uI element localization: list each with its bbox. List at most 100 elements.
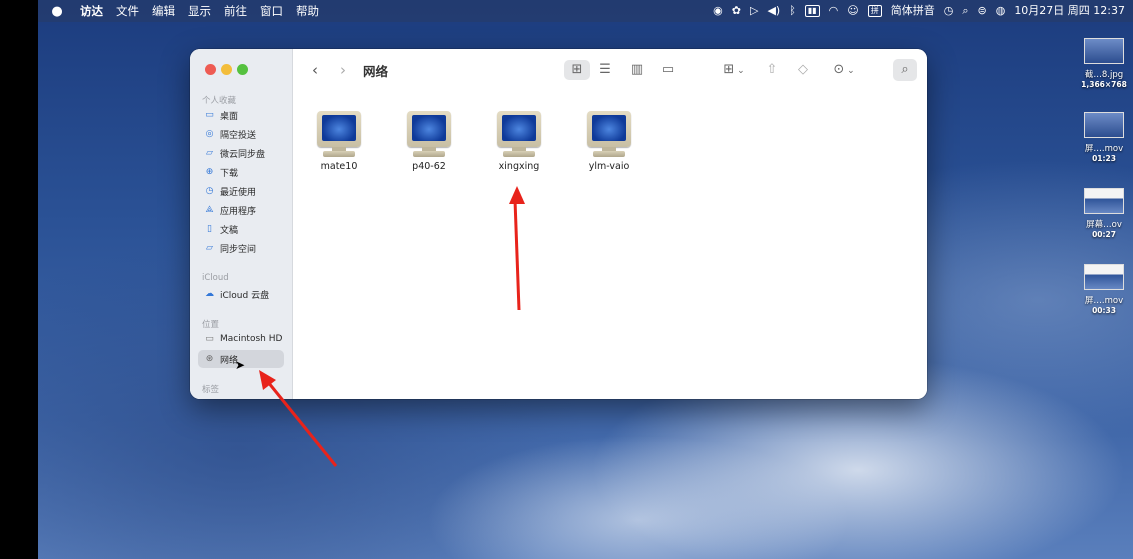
record-icon[interactable]: ◉ — [713, 0, 723, 22]
computer-name: mate10 — [320, 161, 358, 172]
cloud-icon: ☁ — [205, 289, 214, 299]
desktop-file-info: 00:27 — [1092, 230, 1116, 239]
sidebar-item-sync-space[interactable]: ▱ 同步空间 — [198, 239, 284, 257]
back-button[interactable]: ‹ — [307, 60, 323, 80]
search-button[interactable]: ⌕ — [893, 59, 917, 81]
sidebar-item-label: Macintosh HD — [220, 334, 283, 344]
sidebar-item-downloads[interactable]: ⊕ 下载 — [198, 163, 284, 181]
computer-name: p40-62 — [412, 161, 446, 172]
menu-finder[interactable]: 访达 — [80, 3, 103, 19]
sidebar-item-airdrop[interactable]: ◎ 隔空投送 — [198, 125, 284, 143]
sidebar-item-label: 应用程序 — [220, 206, 257, 217]
forward-button[interactable]: › — [335, 60, 351, 80]
desktop-file[interactable]: 屏幕…ov 00:27 — [1076, 188, 1132, 239]
sidebar-item-label: 最近使用 — [220, 187, 257, 198]
network-computer-item[interactable]: xingxing — [474, 111, 564, 172]
apple-menu-icon[interactable]: ● — [44, 4, 70, 19]
bluetooth-icon[interactable]: ᛒ — [789, 0, 796, 22]
toolbar: ‹ › 网络 ⊞ ☰ ▥ ▭ ⊞ ⌄ ⇧ ◇ ⊙ ⌄ ⌕ — [293, 49, 927, 91]
sidebar-item-macintosh-hd[interactable]: ▭ Macintosh HD — [198, 330, 284, 348]
battery-icon[interactable]: ▮▮ — [804, 5, 820, 17]
desktop-file[interactable]: 截…8.jpg 1,366×768 — [1076, 38, 1132, 89]
apps-icon: ⟁ — [205, 205, 214, 215]
gallery-icon: ▭ — [661, 62, 675, 77]
sidebar-item-icloud-drive[interactable]: ☁ iCloud 云盘 — [198, 285, 284, 303]
image-thumbnail-icon — [1084, 38, 1124, 64]
sidebar-item-label: 隔空投送 — [220, 130, 257, 141]
sidebar-item-label: 桌面 — [220, 111, 239, 122]
sidebar-item-weiyun[interactable]: ▱ 微云同步盘 — [198, 144, 284, 162]
sidebar: 个人收藏 ▭ 桌面 ◎ 隔空投送 ▱ 微云同步盘 ⊕ 下载 ◷ 最近使用 ⟁ 应用程序 ▯ 文… — [190, 49, 293, 399]
control-center-icon[interactable]: ⊜ — [977, 0, 986, 22]
menu-view[interactable]: 显示 — [188, 3, 211, 19]
menu-help[interactable]: 帮助 — [296, 3, 319, 19]
menu-window[interactable]: 窗口 — [260, 3, 283, 19]
list-icon: ☰ — [599, 62, 611, 77]
volume-icon[interactable]: ◀) — [767, 0, 780, 22]
column-view-button[interactable]: ▥ — [626, 60, 648, 80]
network-computer-item[interactable]: ylm-vaio — [564, 111, 654, 172]
sidebar-item-label: iCloud 云盘 — [220, 290, 270, 301]
list-view-button[interactable]: ☰ — [594, 60, 616, 80]
menu-bar: ● 访达 文件 编辑 显示 前往 窗口 帮助 ◉ ✿ ▷ ◀) ᛒ ▮▮ ◠ ☺… — [38, 0, 1133, 22]
computer-monitor-icon — [497, 111, 541, 157]
computer-name: ylm-vaio — [588, 161, 630, 172]
group-icon: ⊞ — [723, 62, 735, 77]
icon-view-button[interactable]: ⊞ — [564, 60, 590, 80]
wifi-icon[interactable]: ◠ — [829, 0, 839, 22]
close-button[interactable] — [205, 64, 216, 75]
search-icon: ⌕ — [901, 62, 909, 77]
airdrop-icon: ◎ — [205, 129, 214, 139]
video-thumbnail-icon — [1084, 112, 1124, 138]
network-computer-item[interactable]: p40-62 — [384, 111, 474, 172]
window-title: 网络 — [363, 64, 389, 79]
computer-name: xingxing — [498, 161, 540, 172]
sidebar-item-desktop[interactable]: ▭ 桌面 — [198, 106, 284, 124]
sidebar-item-documents[interactable]: ▯ 文稿 — [198, 220, 284, 238]
disk-icon: ▭ — [205, 334, 214, 344]
globe-icon: ⊛ — [205, 354, 214, 364]
fullscreen-button[interactable] — [237, 64, 248, 75]
minimize-button[interactable] — [221, 64, 232, 75]
input-method-label[interactable]: 简体拼音 — [891, 0, 935, 22]
sidebar-item-applications[interactable]: ⟁ 应用程序 — [198, 201, 284, 219]
menu-go[interactable]: 前往 — [224, 3, 247, 19]
user-icon[interactable]: ☺ — [847, 0, 858, 22]
tag-button[interactable]: ◇ — [793, 60, 813, 80]
wechat-icon[interactable]: ✿ — [732, 0, 741, 22]
ellipsis-circle-icon: ⊙ — [833, 62, 845, 77]
siri-icon[interactable]: ◍ — [996, 0, 1006, 22]
computer-monitor-icon — [587, 111, 631, 157]
sidebar-item-label: 同步空间 — [220, 244, 257, 255]
desktop-file-info: 00:33 — [1092, 306, 1116, 315]
mouse-cursor-icon: ➤ — [235, 358, 246, 372]
desktop-icon: ▭ — [205, 110, 214, 120]
sidebar-item-recents[interactable]: ◷ 最近使用 — [198, 182, 284, 200]
group-button[interactable]: ⊞ ⌄ — [717, 60, 751, 80]
menu-datetime[interactable]: 10月27日 周四 12:37 — [1014, 0, 1125, 22]
menu-edit[interactable]: 编辑 — [152, 3, 175, 19]
sidebar-item-label: 下载 — [220, 168, 239, 179]
share-button[interactable]: ⇧ — [762, 60, 782, 80]
finder-window: 个人收藏 ▭ 桌面 ◎ 隔空投送 ▱ 微云同步盘 ⊕ 下载 ◷ 最近使用 ⟁ 应用程序 ▯ 文… — [190, 49, 927, 399]
sidebar-section-favorites: 个人收藏 — [202, 96, 237, 106]
network-computer-item[interactable]: mate10 — [294, 111, 384, 172]
video-thumbnail-icon — [1084, 188, 1124, 214]
sidebar-item-label: 文稿 — [220, 225, 239, 236]
file-browser-content: mate10 p40-62 xingxing ylm-vaio — [293, 91, 927, 399]
spotlight-icon[interactable]: ⌕ — [962, 0, 968, 22]
action-button[interactable]: ⊙ ⌄ — [827, 60, 861, 80]
computer-monitor-icon — [407, 111, 451, 157]
document-icon: ▯ — [207, 224, 212, 234]
gallery-view-button[interactable]: ▭ — [656, 60, 680, 80]
desktop-file[interactable]: 屏….mov 00:33 — [1076, 264, 1132, 315]
desktop-file-name: 屏幕…ov — [1086, 220, 1122, 230]
desktop-file[interactable]: 屏….mov 01:23 — [1076, 112, 1132, 163]
input-method-icon[interactable]: 拼 — [867, 5, 882, 17]
play-icon[interactable]: ▷ — [750, 0, 758, 22]
share-icon: ⇧ — [766, 62, 778, 77]
time-machine-icon[interactable]: ◷ — [944, 0, 954, 22]
menu-file[interactable]: 文件 — [116, 3, 139, 19]
computer-monitor-icon — [317, 111, 361, 157]
columns-icon: ▥ — [630, 62, 644, 77]
